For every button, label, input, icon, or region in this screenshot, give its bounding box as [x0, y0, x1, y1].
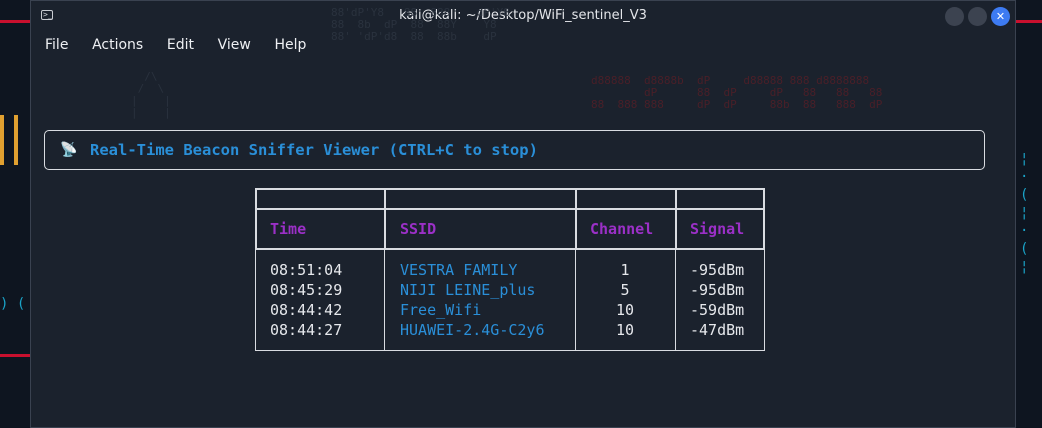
- cell-time: 08:45:29: [270, 281, 343, 299]
- wallpaper-red-line: [0, 354, 30, 357]
- cell-signal: -59dBm: [690, 301, 745, 319]
- wallpaper-accent: [0, 115, 4, 165]
- maximize-button[interactable]: [968, 7, 987, 26]
- desktop-wallpaper-right: ¦ ·(¦ ·(¦: [1016, 0, 1042, 428]
- satellite-antenna-icon: 📡: [60, 142, 78, 158]
- cell-channel: 5: [620, 281, 630, 299]
- column-header-signal: Signal: [690, 220, 745, 238]
- table-border: [384, 248, 385, 351]
- cell-time: 08:44:42: [270, 301, 343, 319]
- minimize-button[interactable]: [945, 7, 964, 26]
- sniffer-header-panel: 📡 Real-Time Beacon Sniffer Viewer (CTRL+…: [44, 130, 985, 170]
- cell-ssid: Free_Wifi: [400, 301, 482, 319]
- wallpaper-red-line: [1016, 20, 1042, 23]
- table-border: [255, 208, 765, 210]
- table-border: [575, 188, 577, 248]
- column-header-ssid: SSID: [400, 220, 437, 238]
- desktop-wallpaper-left: ) (: [0, 0, 30, 428]
- table-border: [255, 248, 765, 250]
- wallpaper-accent: [14, 115, 18, 165]
- table-border: [384, 188, 386, 248]
- wallpaper-glyph: ) (: [0, 296, 26, 312]
- title-bar[interactable]: >_ kali@kali: ~/Desktop/WiFi_sentinel_V3…: [31, 1, 1015, 33]
- wallpaper-red-line: [0, 20, 30, 23]
- ascii-backdrop: 88'dP'Y8 88 888 dP'Y8 88 8b dP 88 88Y Y8…: [331, 6, 510, 43]
- table-border: [255, 188, 257, 248]
- wallpaper-glyph: ¦ ·(¦ ·(¦: [1020, 151, 1029, 275]
- window-title: kali@kali: ~/Desktop/WiFi_sentinel_V3: [399, 8, 647, 23]
- table-border: [675, 248, 676, 351]
- cell-time: 08:44:27: [270, 321, 343, 339]
- cell-ssid: HUAWEI-2.4G-C2y6: [400, 321, 545, 339]
- menu-actions[interactable]: Actions: [92, 37, 143, 53]
- table-border: [764, 248, 765, 351]
- menu-help[interactable]: Help: [275, 37, 307, 53]
- cell-channel: 10: [615, 301, 635, 319]
- cell-ssid: NIJI LEINE_plus: [400, 281, 536, 299]
- table-border: [255, 188, 765, 190]
- cell-signal: -95dBm: [690, 281, 745, 299]
- table-border: [675, 188, 677, 248]
- panel-title: Real-Time Beacon Sniffer Viewer (CTRL+C …: [90, 141, 538, 159]
- cell-signal: -95dBm: [690, 261, 745, 279]
- table-border: [255, 248, 256, 351]
- terminal-window: >_ kali@kali: ~/Desktop/WiFi_sentinel_V3…: [30, 0, 1016, 428]
- cell-channel: 1: [620, 261, 630, 279]
- ascii-backdrop: d88888 d8888b dP d88888 888 d8888888 dP …: [591, 74, 883, 111]
- menu-view[interactable]: View: [218, 37, 251, 53]
- cell-ssid: VESTRA FAMILY: [400, 261, 518, 279]
- close-button[interactable]: ✕: [991, 7, 1010, 26]
- menu-bar: File Actions Edit View Help: [31, 34, 306, 54]
- cell-channel: 10: [615, 321, 635, 339]
- ascii-backdrop: /\ / \ | | | |: [131, 70, 171, 119]
- cell-signal: -47dBm: [690, 321, 745, 339]
- table-border: [763, 188, 765, 248]
- column-header-channel: Channel: [590, 220, 654, 238]
- column-header-time: Time: [270, 220, 307, 238]
- table-border: [255, 350, 765, 351]
- cell-time: 08:51:04: [270, 261, 343, 279]
- beacon-table: Time SSID Channel Signal 08:51:04 VESTRA…: [255, 188, 765, 351]
- menu-file[interactable]: File: [45, 37, 68, 53]
- menu-edit[interactable]: Edit: [167, 37, 194, 53]
